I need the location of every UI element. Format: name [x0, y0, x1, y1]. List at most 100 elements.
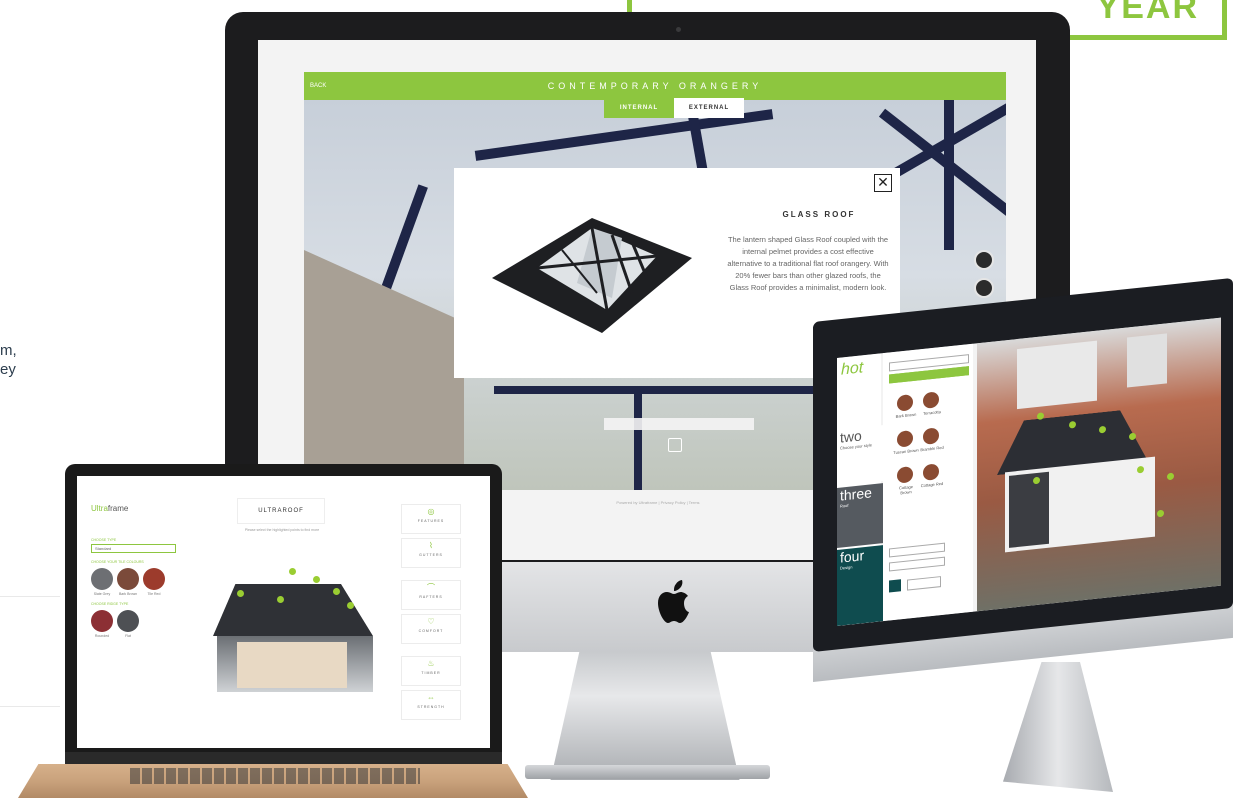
- nav-label: TIMBER: [421, 671, 441, 675]
- gutters-icon: ⌇: [429, 541, 433, 550]
- hotspot-marker[interactable]: [313, 576, 320, 583]
- back-link[interactable]: BACK: [310, 72, 326, 100]
- nav-timber[interactable]: ♨ TIMBER: [401, 656, 461, 686]
- back-button[interactable]: [889, 579, 901, 593]
- swatch-label: Terracotta: [923, 409, 941, 416]
- side-text-line: m,: [0, 342, 17, 359]
- swatch-label: Bramble Red: [920, 444, 944, 453]
- step-label: three: [840, 484, 872, 504]
- nav-label: FEATURES: [417, 519, 445, 523]
- swatch-tile-red[interactable]: [143, 568, 165, 590]
- timber-icon: ♨: [427, 659, 435, 668]
- modal-title: GLASS ROOF: [782, 210, 856, 219]
- hotspot-marker[interactable]: [347, 602, 354, 609]
- hint-text: Please select the highlighted points to …: [244, 528, 320, 532]
- window: [1127, 333, 1167, 388]
- product-title: ULTRAROOF: [237, 498, 325, 524]
- swatch-bark-brown[interactable]: [117, 568, 139, 590]
- ridge-type-label: CHOOSE RIDGE TYPE: [91, 602, 129, 606]
- brochure-icon[interactable]: [974, 278, 994, 298]
- nav-comfort[interactable]: ♡ COMFORT: [401, 614, 461, 644]
- page-title: CONTEMPORARY ORANGERY: [547, 81, 763, 91]
- monitor-stand: [1003, 662, 1113, 792]
- glass-roof-render: [492, 218, 692, 333]
- imac-stand: [550, 640, 740, 780]
- ridge-label: Flat: [125, 634, 131, 638]
- ridge-rounded[interactable]: [91, 610, 113, 632]
- swatch-bark-brown[interactable]: [897, 394, 913, 412]
- hotspot-marker[interactable]: [237, 590, 244, 597]
- laptop-screen: Ultraframe CHOOSE TYPE Standard CHOOSE Y…: [77, 476, 490, 748]
- nav-label: RAFTERS: [419, 595, 443, 599]
- hotspot-marker[interactable]: [289, 568, 296, 575]
- pelmet-wall: [304, 250, 464, 490]
- nav-strength[interactable]: ⇔ STRENGTH: [401, 690, 461, 720]
- toolbar-strip[interactable]: [604, 418, 754, 430]
- nav-label: GUTTERS: [419, 553, 443, 557]
- ultraframe-logo: Ultraframe: [91, 504, 128, 513]
- swatch-label: Slate Grey: [93, 592, 111, 596]
- tab-external[interactable]: EXTERNAL: [674, 98, 744, 118]
- swatch-label: Bark Brown: [895, 411, 917, 419]
- logo-part: Ultra: [91, 504, 108, 513]
- swatch-bramble-red[interactable]: [923, 427, 939, 445]
- choose-type-label: CHOOSE TYPE: [91, 538, 117, 542]
- nav-gutters[interactable]: ⌇ GUTTERS: [401, 538, 461, 568]
- options-panel: Bark Brown Terracotta Tuscan Brown Bramb…: [883, 343, 973, 622]
- ridge-flat[interactable]: [117, 610, 139, 632]
- nav-label: STRENGTH: [417, 705, 445, 709]
- side-text-block: m, ey: [0, 341, 60, 379]
- features-icon: ◎: [427, 507, 435, 516]
- conservatory-interior: [237, 642, 347, 688]
- type-select[interactable]: Standard: [91, 544, 176, 553]
- banner-text: YEAR: [1096, 0, 1199, 26]
- swatch-label: Bark Brown: [118, 592, 138, 596]
- imac-base: [525, 765, 770, 779]
- chevron-down-icon[interactable]: [668, 438, 682, 452]
- finish-select[interactable]: [889, 542, 945, 558]
- nav-label: COMFORT: [418, 629, 444, 633]
- tile-colours-label: CHOOSE YOUR TILE COLOURS: [91, 560, 144, 564]
- glazing-select[interactable]: [889, 556, 945, 572]
- monitor-screen: hot two Choose your style three Roof fou…: [837, 317, 1221, 626]
- swatch-cottage-red[interactable]: [923, 463, 939, 481]
- window: [1017, 340, 1097, 410]
- swatch-tuscan-brown[interactable]: [897, 430, 913, 448]
- strength-icon: ⇔: [427, 693, 435, 702]
- configurator-monitor: hot two Choose your style three Roof fou…: [813, 277, 1237, 798]
- step-three[interactable]: three Roof: [837, 483, 884, 548]
- ridge-label: Rounded: [94, 634, 110, 638]
- next-button[interactable]: [907, 576, 941, 591]
- comfort-icon: ♡: [427, 617, 435, 626]
- nav-rafters[interactable]: ⌒ RAFTERS: [401, 580, 461, 610]
- apple-logo-icon: [658, 580, 689, 623]
- roof-bar: [494, 386, 864, 394]
- view-tabs: INTERNAL EXTERNAL: [604, 98, 744, 118]
- tab-internal[interactable]: INTERNAL: [604, 98, 674, 118]
- swatch-label: Tuscan Brown: [893, 447, 919, 456]
- camera-icon: [676, 27, 681, 32]
- hotspot-marker[interactable]: [333, 588, 340, 595]
- swatch-cottage-brown[interactable]: [897, 466, 913, 484]
- conservatory-door: [1009, 471, 1049, 548]
- side-text-line: ey: [0, 361, 16, 378]
- gallery-icon[interactable]: [974, 250, 994, 270]
- laptop-hinge: [65, 752, 502, 764]
- hotspot-marker[interactable]: [277, 596, 284, 603]
- divider-line: [0, 706, 60, 707]
- rafters-icon: ⌒: [427, 583, 435, 592]
- step-panel: hot two Choose your style three Roof fou…: [837, 353, 884, 626]
- step-two[interactable]: two Choose your style: [837, 425, 884, 486]
- brand-logo: hot: [841, 359, 864, 379]
- step-four[interactable]: four Design: [837, 545, 884, 626]
- close-icon[interactable]: ✕: [874, 174, 892, 192]
- swatch-terracotta[interactable]: [923, 391, 939, 409]
- modal-description: The lantern shaped Glass Roof coupled wi…: [727, 235, 889, 292]
- divider-line: [0, 596, 60, 597]
- laptop-keyboard: [130, 768, 420, 784]
- screen-footer: Powered by Ultraframe | Privacy Policy |…: [616, 500, 700, 505]
- logo-part: frame: [107, 504, 129, 513]
- swatch-slate-grey[interactable]: [91, 568, 113, 590]
- nav-features[interactable]: ◎ FEATURES: [401, 504, 461, 534]
- roof-bar: [944, 100, 954, 250]
